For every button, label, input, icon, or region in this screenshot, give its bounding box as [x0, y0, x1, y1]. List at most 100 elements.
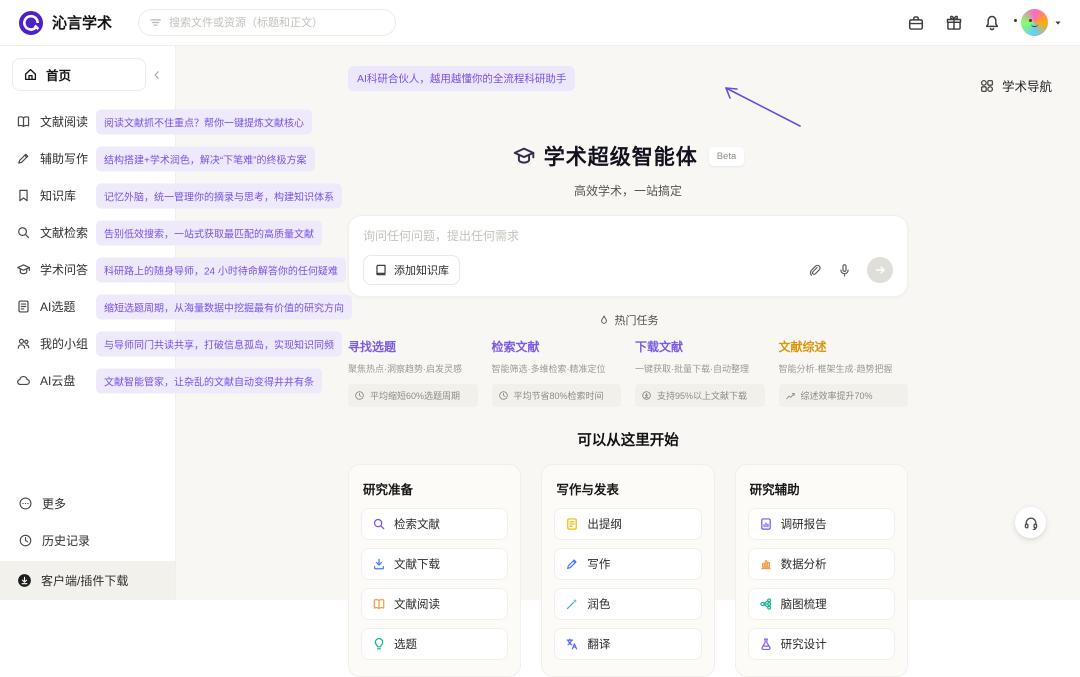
sidebar-item-tooltip: 记忆外脑，统一管理你的摘录与思考，构建知识体系: [96, 183, 342, 208]
task-search-literature[interactable]: 检索文献 智能筛选·多维检索·精准定位 平均节省80%检索时间: [492, 338, 622, 407]
promo-banner[interactable]: AI科研合伙人，越用越懂你的全流程科研助手: [348, 66, 575, 91]
start-item-label: 出提纲: [587, 516, 622, 532]
magnifier-icon: [372, 517, 386, 531]
doc-lines-icon: [565, 517, 579, 531]
add-knowledge-base-button[interactable]: 添加知识库: [363, 255, 460, 285]
sidebar-item-ai-cloud-drive[interactable]: AI云盘 文献智能管家，让杂乱的文献自动变得井井有条: [12, 362, 163, 399]
user-menu[interactable]: [1021, 9, 1064, 36]
clock-icon: [354, 390, 365, 401]
bell-icon: [983, 14, 1001, 32]
group-title: 写作与发表: [556, 479, 701, 498]
book-open-icon: [16, 114, 31, 129]
sidebar-item-literature-search[interactable]: 文献检索 告别低效搜索，一站式获取最匹配的高质量文献: [12, 214, 163, 251]
prompt-input[interactable]: [363, 229, 893, 243]
sidebar-item-label: AI选题: [40, 298, 75, 315]
start-item-writing[interactable]: 写作: [554, 548, 701, 580]
rewards-button[interactable]: [945, 14, 963, 32]
page-title: 学术超级智能体: [544, 141, 698, 171]
bulb-icon: [372, 637, 386, 651]
task-download-literature[interactable]: 下载文献 一键获取·批量下载·自动整理 支持95%以上文献下载: [635, 338, 765, 407]
task-desc: 智能分析·框架生成·趋势把握: [779, 362, 909, 375]
sidebar-item-more[interactable]: 更多: [12, 485, 163, 522]
workspace-button[interactable]: [907, 14, 925, 32]
wand-icon: [565, 597, 579, 611]
sidebar-item-label: 知识库: [40, 187, 76, 204]
start-item-research-design[interactable]: 研究设计: [748, 628, 895, 660]
task-title: 检索文献: [492, 338, 622, 355]
task-desc: 聚焦热点·洞察趋势·启发灵感: [348, 362, 478, 375]
pen-icon: [16, 151, 31, 166]
task-find-topic[interactable]: 寻找选题 聚焦热点·洞察趋势·启发灵感 平均缩短60%选题周期: [348, 338, 478, 407]
grad-cap-icon: [512, 144, 536, 168]
start-section-title: 可以从这里开始: [176, 429, 1080, 450]
global-search: [138, 9, 396, 36]
sidebar-collapse-button[interactable]: [151, 69, 163, 81]
bookmark-icon: [16, 188, 31, 203]
download-icon: [372, 557, 386, 571]
sidebar-item-writing-assist[interactable]: 辅助写作 结构搭建+学术润色，解决“下笔难”的终极方案: [12, 140, 163, 177]
task-stat-text: 平均节省80%检索时间: [514, 389, 604, 402]
sidebar-home-row: 首页: [12, 58, 163, 91]
customer-support-button[interactable]: [1015, 507, 1046, 538]
banner-row: AI科研合伙人，越用越懂你的全流程科研助手: [348, 66, 908, 91]
group-research-prep: 研究准备 检索文献 文献下载 文献阅读 选题: [348, 464, 521, 677]
start-groups: 研究准备 检索文献 文献下载 文献阅读 选题 写作与发表 出提纲: [348, 464, 908, 677]
voice-input-button[interactable]: [837, 263, 852, 278]
search-input[interactable]: [138, 9, 396, 36]
sidebar-item-tooltip: 科研路上的随身导师，24 小时待命解答你的任何疑难: [96, 257, 346, 282]
start-item-topic-selection[interactable]: 选题: [361, 628, 508, 660]
people-icon: [16, 336, 31, 351]
task-stat-text: 平均缩短60%选题周期: [370, 389, 460, 402]
start-item-research-report[interactable]: 调研报告: [748, 508, 895, 540]
start-item-label: 写作: [587, 556, 610, 572]
sidebar-footer: 更多 历史记录 客户端/插件下载: [12, 485, 163, 590]
start-item-mindmap[interactable]: 脑图梳理: [748, 588, 895, 620]
chevron-left-icon: [151, 69, 163, 81]
start-item-data-analysis[interactable]: 数据分析: [748, 548, 895, 580]
doc-chart-icon: [759, 517, 773, 531]
start-item-search-literature[interactable]: 检索文献: [361, 508, 508, 540]
sidebar-item-client-download[interactable]: 客户端/插件下载: [0, 561, 175, 600]
sidebar-item-home[interactable]: 首页: [12, 58, 146, 91]
sidebar-item-knowledge-base[interactable]: 知识库 记忆外脑，统一管理你的摘录与思考，构建知识体系: [12, 177, 163, 214]
academic-navigation-label: 学术导航: [1002, 76, 1052, 95]
top-bar: 沁言学术: [0, 0, 1080, 46]
sidebar-item-label: 文献检索: [40, 224, 88, 241]
sidebar-item-history[interactable]: 历史记录: [12, 522, 163, 559]
app-logo[interactable]: 沁言学术: [18, 10, 122, 36]
sidebar-item-literature-reading[interactable]: 文献阅读 阅读文献抓不住重点？帮你一键提炼文献核心: [12, 103, 163, 140]
start-item-literature-reading[interactable]: 文献阅读: [361, 588, 508, 620]
attach-file-button[interactable]: [807, 263, 822, 278]
sidebar-item-label: 文献阅读: [40, 113, 88, 130]
start-item-label: 调研报告: [781, 516, 827, 532]
academic-navigation-link[interactable]: 学术导航: [979, 76, 1052, 95]
clock-icon: [498, 390, 509, 401]
translate-icon: [565, 637, 579, 651]
sidebar-item-academic-qa[interactable]: 学术问答 科研路上的随身导师，24 小时待命解答你的任何疑难: [12, 251, 163, 288]
cloud-icon: [16, 373, 31, 388]
start-item-translate[interactable]: 翻译: [554, 628, 701, 660]
start-item-polish[interactable]: 润色: [554, 588, 701, 620]
bar-chart-icon: [759, 557, 773, 571]
top-actions: [907, 9, 1064, 36]
clock-icon: [18, 533, 33, 548]
notifications-button[interactable]: [983, 14, 1001, 32]
sidebar-item-ai-topic[interactable]: AI选题 缩短选题周期，从海量数据中挖掘最有价值的研究方向: [12, 288, 163, 325]
task-literature-review[interactable]: 文献综述 智能分析·框架生成·趋势把握 综述效率提升70%: [779, 338, 909, 407]
download-filled-icon: [17, 573, 32, 588]
task-stat-text: 支持95%以上文献下载: [657, 389, 747, 402]
flask-icon: [759, 637, 773, 651]
send-button[interactable]: [867, 257, 893, 283]
task-desc: 一键获取·批量下载·自动整理: [635, 362, 765, 375]
group-writing-publishing: 写作与发表 出提纲 写作 润色 翻译: [541, 464, 714, 677]
start-item-literature-download[interactable]: 文献下载: [361, 548, 508, 580]
sidebar-item-my-group[interactable]: 我的小组 与导师同门共读共享，打破信息孤岛，实现知识同频: [12, 325, 163, 362]
sidebar-item-label: 学术问答: [40, 261, 88, 278]
trend-icon: [785, 390, 796, 401]
start-item-outline[interactable]: 出提纲: [554, 508, 701, 540]
circle-dots-icon: [18, 496, 33, 511]
flame-icon: [598, 314, 610, 326]
send-arrow-icon: [873, 263, 887, 277]
paperclip-icon: [807, 263, 822, 278]
sidebar-nav: 文献阅读 阅读文献抓不住重点？帮你一键提炼文献核心 辅助写作 结构搭建+学术润色…: [12, 103, 163, 399]
